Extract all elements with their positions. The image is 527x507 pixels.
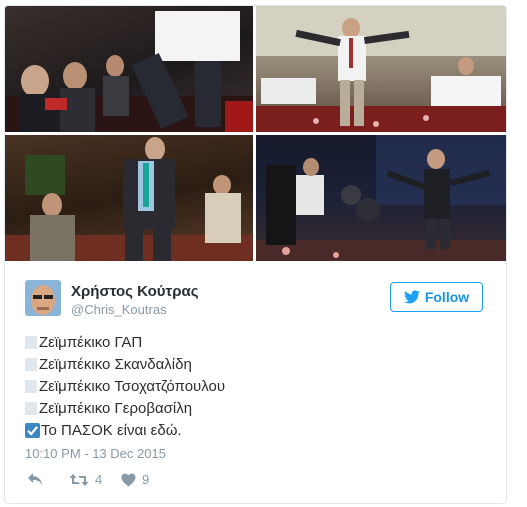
follow-label: Follow <box>424 289 470 305</box>
tweet-line: Ζεϊμπέκικο Σκανδαλίδη <box>25 353 192 375</box>
reply-icon <box>28 473 42 485</box>
photo-4[interactable] <box>256 135 506 261</box>
tweet-line-text: Ζεϊμπέκικο ΓΑΠ <box>39 333 143 351</box>
check-box-icon <box>25 422 40 438</box>
tweet-line-text: Ζεϊμπέκικο Σκανδαλίδη <box>39 355 192 373</box>
empty-box-icon <box>25 379 37 393</box>
tweet-header: Χρήστος Κούτρας @Chris_Koutras Follow <box>5 261 506 321</box>
twitter-bird-icon <box>403 290 420 304</box>
tweet-line-text: Ζεϊμπέκικο Γεροβασίλη <box>39 399 193 417</box>
tweet-line: Ζεϊμπέκικο Τσοχατζόπουλου <box>25 375 225 397</box>
photo-1-image <box>5 11 253 132</box>
photo-grid <box>5 6 506 261</box>
photo-2-image <box>256 6 506 132</box>
tweet-line-text: Το ΠΑΣΟΚ είναι εδώ. <box>41 421 182 439</box>
empty-box-icon <box>25 401 37 415</box>
empty-box-icon <box>25 357 37 371</box>
tweet-line: Το ΠΑΣΟΚ είναι εδώ. <box>25 419 182 441</box>
tweet-line: Ζεϊμπέκικο ΓΑΠ <box>25 331 142 353</box>
tweet-line: Ζεϊμπέκικο Γεροβασίλη <box>25 397 192 419</box>
tweet-card: Χρήστος Κούτρας @Chris_Koutras Follow Ζε… <box>4 5 507 504</box>
photo-3-image <box>5 137 253 261</box>
like-button[interactable]: 9 <box>121 472 149 487</box>
photo-2[interactable] <box>256 6 506 132</box>
empty-box-icon <box>25 335 37 349</box>
photo-3[interactable] <box>5 135 253 261</box>
photo-4-image <box>256 135 506 261</box>
retweet-button[interactable]: 4 <box>69 472 102 487</box>
like-count: 9 <box>142 472 150 487</box>
retweet-icon <box>69 473 89 486</box>
heart-icon <box>121 473 136 486</box>
tweet-line-text: Ζεϊμπέκικο Τσοχατζόπουλου <box>39 377 226 395</box>
author-handle[interactable]: @Chris_Koutras <box>71 302 167 317</box>
timestamp[interactable]: 10:10 PM - 13 Dec 2015 <box>25 446 166 461</box>
retweet-count: 4 <box>95 472 103 487</box>
reply-button[interactable] <box>27 472 43 486</box>
avatar[interactable] <box>25 280 61 316</box>
avatar-image <box>25 280 61 316</box>
author-name[interactable]: Χρήστος Κούτρας <box>71 283 199 300</box>
photo-1[interactable] <box>5 6 253 132</box>
action-bar: 4 9 <box>25 472 325 492</box>
follow-button[interactable]: Follow <box>390 282 483 312</box>
